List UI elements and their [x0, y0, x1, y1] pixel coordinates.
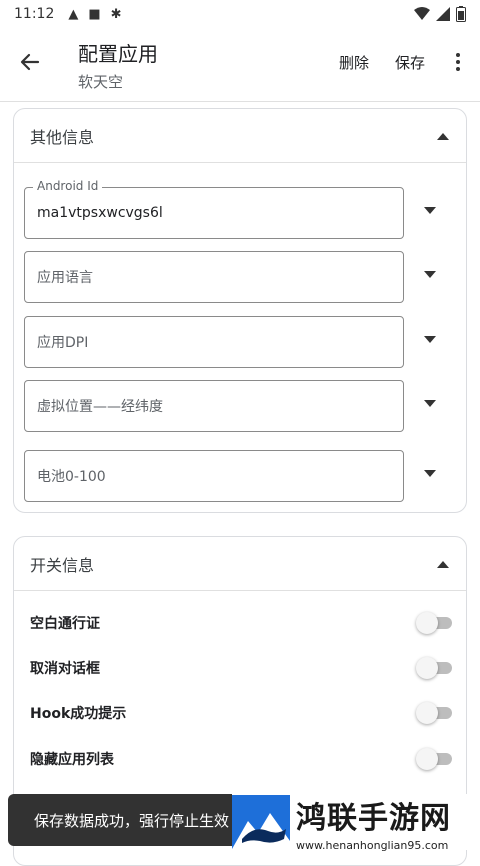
switch-label: 隐藏应用列表: [30, 752, 114, 768]
watermark-text: 鸿联手游网 www.henanhonglian95.com: [296, 793, 451, 852]
switch-row: Hook成功提示: [30, 698, 452, 728]
switch-label: Hook成功提示: [30, 706, 127, 722]
dropdown-arrow-icon[interactable]: [424, 271, 436, 279]
battery-field[interactable]: 电池0-100: [24, 450, 404, 502]
battery-row: 电池0-100: [24, 450, 458, 502]
app-language-field[interactable]: 应用语言: [24, 251, 404, 303]
status-time: 11:12: [14, 6, 55, 22]
battery-icon: [456, 6, 466, 22]
app-notification-icon: ✱: [110, 6, 122, 22]
toast-text: 保存数据成功，强行停止生效: [34, 811, 230, 830]
switch-info-title: 开关信息: [30, 555, 95, 575]
page-title: 配置应用: [78, 42, 158, 66]
virtual-location-field[interactable]: 虚拟位置——经纬度: [24, 380, 404, 432]
app-dpi-row: 应用DPI: [24, 316, 458, 368]
battery-placeholder: 电池0-100: [37, 469, 106, 485]
app-language-row: 应用语言: [24, 251, 458, 303]
app-bar: 配置应用 软天空 删除 保存: [0, 28, 480, 100]
watermark-logo-icon: [232, 795, 290, 849]
toggle-switch[interactable]: [416, 748, 452, 770]
switch-info-header[interactable]: 开关信息: [14, 537, 466, 591]
warning-icon: ▲: [68, 6, 79, 22]
status-bar: 11:12 ▲ ■ ✱: [0, 0, 480, 28]
other-info-header[interactable]: 其他信息: [14, 109, 466, 163]
cell-signal-icon: [436, 7, 450, 21]
wifi-icon: [414, 7, 430, 20]
more-vert-icon[interactable]: [450, 48, 466, 76]
site-watermark: 鸿联手游网 www.henanhonglian95.com: [232, 793, 480, 852]
app-bar-titles: 配置应用 软天空: [78, 38, 158, 92]
switch-row: 空白通行证: [30, 608, 452, 638]
collapse-icon[interactable]: [436, 559, 450, 569]
dropdown-arrow-icon[interactable]: [424, 470, 436, 478]
toggle-switch[interactable]: [416, 702, 452, 724]
android-id-label: Android Id: [33, 179, 103, 193]
app-dpi-field[interactable]: 应用DPI: [24, 316, 404, 368]
android-id-field[interactable]: Android Id ma1vtpsxwcvgs6l: [24, 179, 404, 239]
collapse-icon[interactable]: [436, 131, 450, 141]
dropdown-arrow-icon[interactable]: [424, 336, 436, 344]
android-id-value: ma1vtpsxwcvgs6l: [37, 205, 163, 221]
switch-row: 隐藏应用列表: [30, 744, 452, 774]
switch-row: 取消对话框: [30, 653, 452, 683]
other-info-card: 其他信息 Android Id ma1vtpsxwcvgs6l 应用语言 应用D…: [13, 108, 467, 513]
dropdown-arrow-icon[interactable]: [424, 207, 436, 215]
back-arrow-icon[interactable]: [16, 48, 44, 76]
save-button[interactable]: 保存: [395, 52, 425, 73]
android-id-row: Android Id ma1vtpsxwcvgs6l: [24, 179, 458, 239]
delete-button[interactable]: 删除: [339, 52, 369, 73]
toggle-switch[interactable]: [416, 612, 452, 634]
app-bar-divider: [0, 101, 480, 102]
page-subtitle: 软天空: [78, 73, 124, 91]
notification-a-icon: ■: [88, 6, 101, 22]
virtual-location-row: 虚拟位置——经纬度: [24, 380, 458, 432]
app-language-placeholder: 应用语言: [37, 270, 93, 286]
app-dpi-placeholder: 应用DPI: [37, 335, 89, 351]
watermark-url: www.henanhonglian95.com: [296, 838, 449, 852]
watermark-title: 鸿联手游网: [296, 800, 451, 836]
switch-label: 空白通行证: [30, 616, 100, 632]
virtual-location-placeholder: 虚拟位置——经纬度: [37, 399, 163, 415]
dropdown-arrow-icon[interactable]: [424, 400, 436, 408]
switch-label: 取消对话框: [30, 661, 100, 677]
toggle-switch[interactable]: [416, 657, 452, 679]
other-info-title: 其他信息: [30, 127, 95, 147]
